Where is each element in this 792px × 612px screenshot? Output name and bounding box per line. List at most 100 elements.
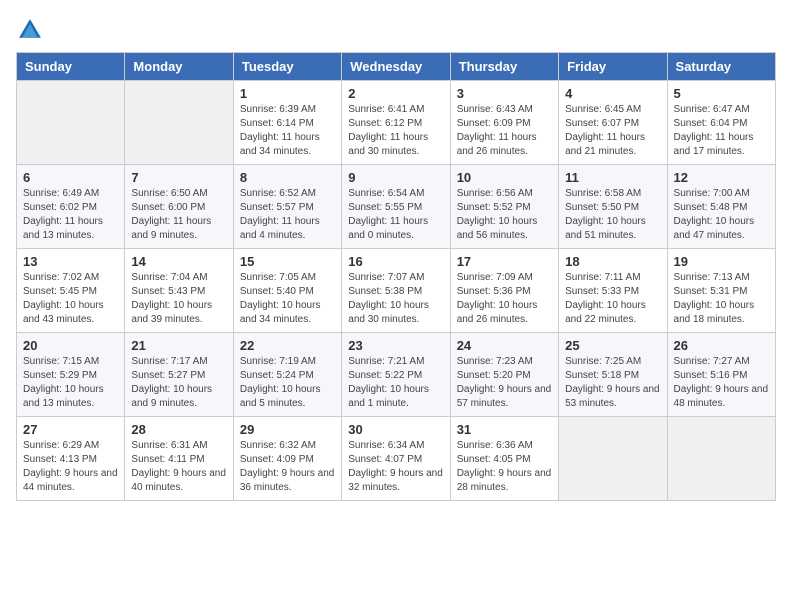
day-info: Sunrise: 7:23 AM Sunset: 5:20 PM Dayligh… bbox=[457, 355, 552, 411]
calendar-header-friday: Friday bbox=[559, 53, 667, 81]
calendar-cell: 26 Sunrise: 7:27 AM Sunset: 5:16 PM Dayli… bbox=[667, 333, 775, 417]
calendar-header-thursday: Thursday bbox=[450, 53, 558, 81]
calendar-header-monday: Monday bbox=[125, 53, 233, 81]
day-number: 29 bbox=[240, 422, 335, 437]
calendar-cell: 13 Sunrise: 7:02 AM Sunset: 5:45 PM Dayli… bbox=[17, 249, 125, 333]
day-info: Sunrise: 6:49 AM Sunset: 6:02 PM Dayligh… bbox=[23, 187, 118, 243]
calendar-week-row: 13 Sunrise: 7:02 AM Sunset: 5:45 PM Dayli… bbox=[17, 249, 776, 333]
day-info: Sunrise: 7:05 AM Sunset: 5:40 PM Dayligh… bbox=[240, 271, 335, 327]
calendar-cell: 6 Sunrise: 6:49 AM Sunset: 6:02 PM Daylig… bbox=[17, 165, 125, 249]
calendar-cell: 29 Sunrise: 6:32 AM Sunset: 4:09 PM Dayli… bbox=[233, 417, 341, 501]
calendar-cell bbox=[559, 417, 667, 501]
day-number: 5 bbox=[674, 86, 769, 101]
day-number: 18 bbox=[565, 254, 660, 269]
day-info: Sunrise: 6:43 AM Sunset: 6:09 PM Dayligh… bbox=[457, 103, 552, 159]
day-number: 20 bbox=[23, 338, 118, 353]
day-number: 2 bbox=[348, 86, 443, 101]
calendar-cell: 15 Sunrise: 7:05 AM Sunset: 5:40 PM Dayli… bbox=[233, 249, 341, 333]
day-number: 7 bbox=[131, 170, 226, 185]
day-info: Sunrise: 6:56 AM Sunset: 5:52 PM Dayligh… bbox=[457, 187, 552, 243]
day-number: 6 bbox=[23, 170, 118, 185]
calendar-cell: 20 Sunrise: 7:15 AM Sunset: 5:29 PM Dayli… bbox=[17, 333, 125, 417]
day-info: Sunrise: 7:21 AM Sunset: 5:22 PM Dayligh… bbox=[348, 355, 443, 411]
day-number: 8 bbox=[240, 170, 335, 185]
calendar-cell: 27 Sunrise: 6:29 AM Sunset: 4:13 PM Dayli… bbox=[17, 417, 125, 501]
day-info: Sunrise: 6:45 AM Sunset: 6:07 PM Dayligh… bbox=[565, 103, 660, 159]
calendar-cell: 1 Sunrise: 6:39 AM Sunset: 6:14 PM Daylig… bbox=[233, 81, 341, 165]
day-number: 27 bbox=[23, 422, 118, 437]
day-info: Sunrise: 7:13 AM Sunset: 5:31 PM Dayligh… bbox=[674, 271, 769, 327]
calendar-cell: 19 Sunrise: 7:13 AM Sunset: 5:31 PM Dayli… bbox=[667, 249, 775, 333]
day-info: Sunrise: 7:15 AM Sunset: 5:29 PM Dayligh… bbox=[23, 355, 118, 411]
day-info: Sunrise: 7:07 AM Sunset: 5:38 PM Dayligh… bbox=[348, 271, 443, 327]
calendar-cell: 9Sunrise: 6:54 AM Sunset: 5:55 PM Daylig… bbox=[342, 165, 450, 249]
calendar-week-row: 6 Sunrise: 6:49 AM Sunset: 6:02 PM Daylig… bbox=[17, 165, 776, 249]
calendar-cell: 14 Sunrise: 7:04 AM Sunset: 5:43 PM Dayli… bbox=[125, 249, 233, 333]
day-number: 4 bbox=[565, 86, 660, 101]
day-number: 24 bbox=[457, 338, 552, 353]
calendar-cell: 31 Sunrise: 6:36 AM Sunset: 4:05 PM Dayli… bbox=[450, 417, 558, 501]
day-number: 15 bbox=[240, 254, 335, 269]
calendar-cell: 17 Sunrise: 7:09 AM Sunset: 5:36 PM Dayli… bbox=[450, 249, 558, 333]
day-info: Sunrise: 6:47 AM Sunset: 6:04 PM Dayligh… bbox=[674, 103, 769, 159]
day-number: 10 bbox=[457, 170, 552, 185]
calendar-cell: 23 Sunrise: 7:21 AM Sunset: 5:22 PM Dayli… bbox=[342, 333, 450, 417]
calendar-cell: 16Sunrise: 7:07 AM Sunset: 5:38 PM Dayli… bbox=[342, 249, 450, 333]
calendar-cell bbox=[17, 81, 125, 165]
day-number: 19 bbox=[674, 254, 769, 269]
calendar-cell: 7Sunrise: 6:50 AM Sunset: 6:00 PM Daylig… bbox=[125, 165, 233, 249]
day-number: 1 bbox=[240, 86, 335, 101]
calendar-cell: 18 Sunrise: 7:11 AM Sunset: 5:33 PM Dayli… bbox=[559, 249, 667, 333]
calendar-cell: 3 Sunrise: 6:43 AM Sunset: 6:09 PM Daylig… bbox=[450, 81, 558, 165]
day-number: 21 bbox=[131, 338, 226, 353]
calendar-week-row: 1 Sunrise: 6:39 AM Sunset: 6:14 PM Daylig… bbox=[17, 81, 776, 165]
calendar-cell: 30 Sunrise: 6:34 AM Sunset: 4:07 PM Dayli… bbox=[342, 417, 450, 501]
day-number: 9 bbox=[348, 170, 443, 185]
day-info: Sunrise: 7:04 AM Sunset: 5:43 PM Dayligh… bbox=[131, 271, 226, 327]
calendar-header-tuesday: Tuesday bbox=[233, 53, 341, 81]
day-info: Sunrise: 7:02 AM Sunset: 5:45 PM Dayligh… bbox=[23, 271, 118, 327]
day-number: 26 bbox=[674, 338, 769, 353]
calendar-cell: 21 Sunrise: 7:17 AM Sunset: 5:27 PM Dayli… bbox=[125, 333, 233, 417]
day-number: 31 bbox=[457, 422, 552, 437]
day-number: 17 bbox=[457, 254, 552, 269]
calendar-header-wednesday: Wednesday bbox=[342, 53, 450, 81]
day-info: Sunrise: 6:32 AM Sunset: 4:09 PM Dayligh… bbox=[240, 439, 335, 495]
calendar-header-sunday: Sunday bbox=[17, 53, 125, 81]
day-number: 30 bbox=[348, 422, 443, 437]
calendar-header-row: SundayMondayTuesdayWednesdayThursdayFrid… bbox=[17, 53, 776, 81]
calendar-cell bbox=[125, 81, 233, 165]
calendar-cell: 2Sunrise: 6:41 AM Sunset: 6:12 PM Daylig… bbox=[342, 81, 450, 165]
day-info: Sunrise: 7:19 AM Sunset: 5:24 PM Dayligh… bbox=[240, 355, 335, 411]
day-number: 23 bbox=[348, 338, 443, 353]
day-info: Sunrise: 7:00 AM Sunset: 5:48 PM Dayligh… bbox=[674, 187, 769, 243]
calendar-table: SundayMondayTuesdayWednesdayThursdayFrid… bbox=[16, 52, 776, 501]
calendar-cell: 4 Sunrise: 6:45 AM Sunset: 6:07 PM Daylig… bbox=[559, 81, 667, 165]
day-info: Sunrise: 6:36 AM Sunset: 4:05 PM Dayligh… bbox=[457, 439, 552, 495]
day-info: Sunrise: 7:09 AM Sunset: 5:36 PM Dayligh… bbox=[457, 271, 552, 327]
day-number: 3 bbox=[457, 86, 552, 101]
calendar-cell: 8 Sunrise: 6:52 AM Sunset: 5:57 PM Daylig… bbox=[233, 165, 341, 249]
calendar-cell: 25 Sunrise: 7:25 AM Sunset: 5:18 PM Dayli… bbox=[559, 333, 667, 417]
calendar-week-row: 27 Sunrise: 6:29 AM Sunset: 4:13 PM Dayli… bbox=[17, 417, 776, 501]
day-info: Sunrise: 6:52 AM Sunset: 5:57 PM Dayligh… bbox=[240, 187, 335, 243]
calendar-header-saturday: Saturday bbox=[667, 53, 775, 81]
day-number: 14 bbox=[131, 254, 226, 269]
day-number: 25 bbox=[565, 338, 660, 353]
day-info: Sunrise: 7:11 AM Sunset: 5:33 PM Dayligh… bbox=[565, 271, 660, 327]
day-number: 22 bbox=[240, 338, 335, 353]
day-info: Sunrise: 6:31 AM Sunset: 4:11 PM Dayligh… bbox=[131, 439, 226, 495]
calendar-cell: 11Sunrise: 6:58 AM Sunset: 5:50 PM Dayli… bbox=[559, 165, 667, 249]
day-info: Sunrise: 7:25 AM Sunset: 5:18 PM Dayligh… bbox=[565, 355, 660, 411]
calendar-cell: 28Sunrise: 6:31 AM Sunset: 4:11 PM Dayli… bbox=[125, 417, 233, 501]
day-number: 13 bbox=[23, 254, 118, 269]
calendar-cell bbox=[667, 417, 775, 501]
calendar-week-row: 20 Sunrise: 7:15 AM Sunset: 5:29 PM Dayli… bbox=[17, 333, 776, 417]
day-info: Sunrise: 7:17 AM Sunset: 5:27 PM Dayligh… bbox=[131, 355, 226, 411]
day-info: Sunrise: 6:34 AM Sunset: 4:07 PM Dayligh… bbox=[348, 439, 443, 495]
day-info: Sunrise: 6:39 AM Sunset: 6:14 PM Dayligh… bbox=[240, 103, 335, 159]
day-info: Sunrise: 6:29 AM Sunset: 4:13 PM Dayligh… bbox=[23, 439, 118, 495]
day-number: 11 bbox=[565, 170, 660, 185]
logo bbox=[16, 16, 48, 44]
day-info: Sunrise: 7:27 AM Sunset: 5:16 PM Dayligh… bbox=[674, 355, 769, 411]
